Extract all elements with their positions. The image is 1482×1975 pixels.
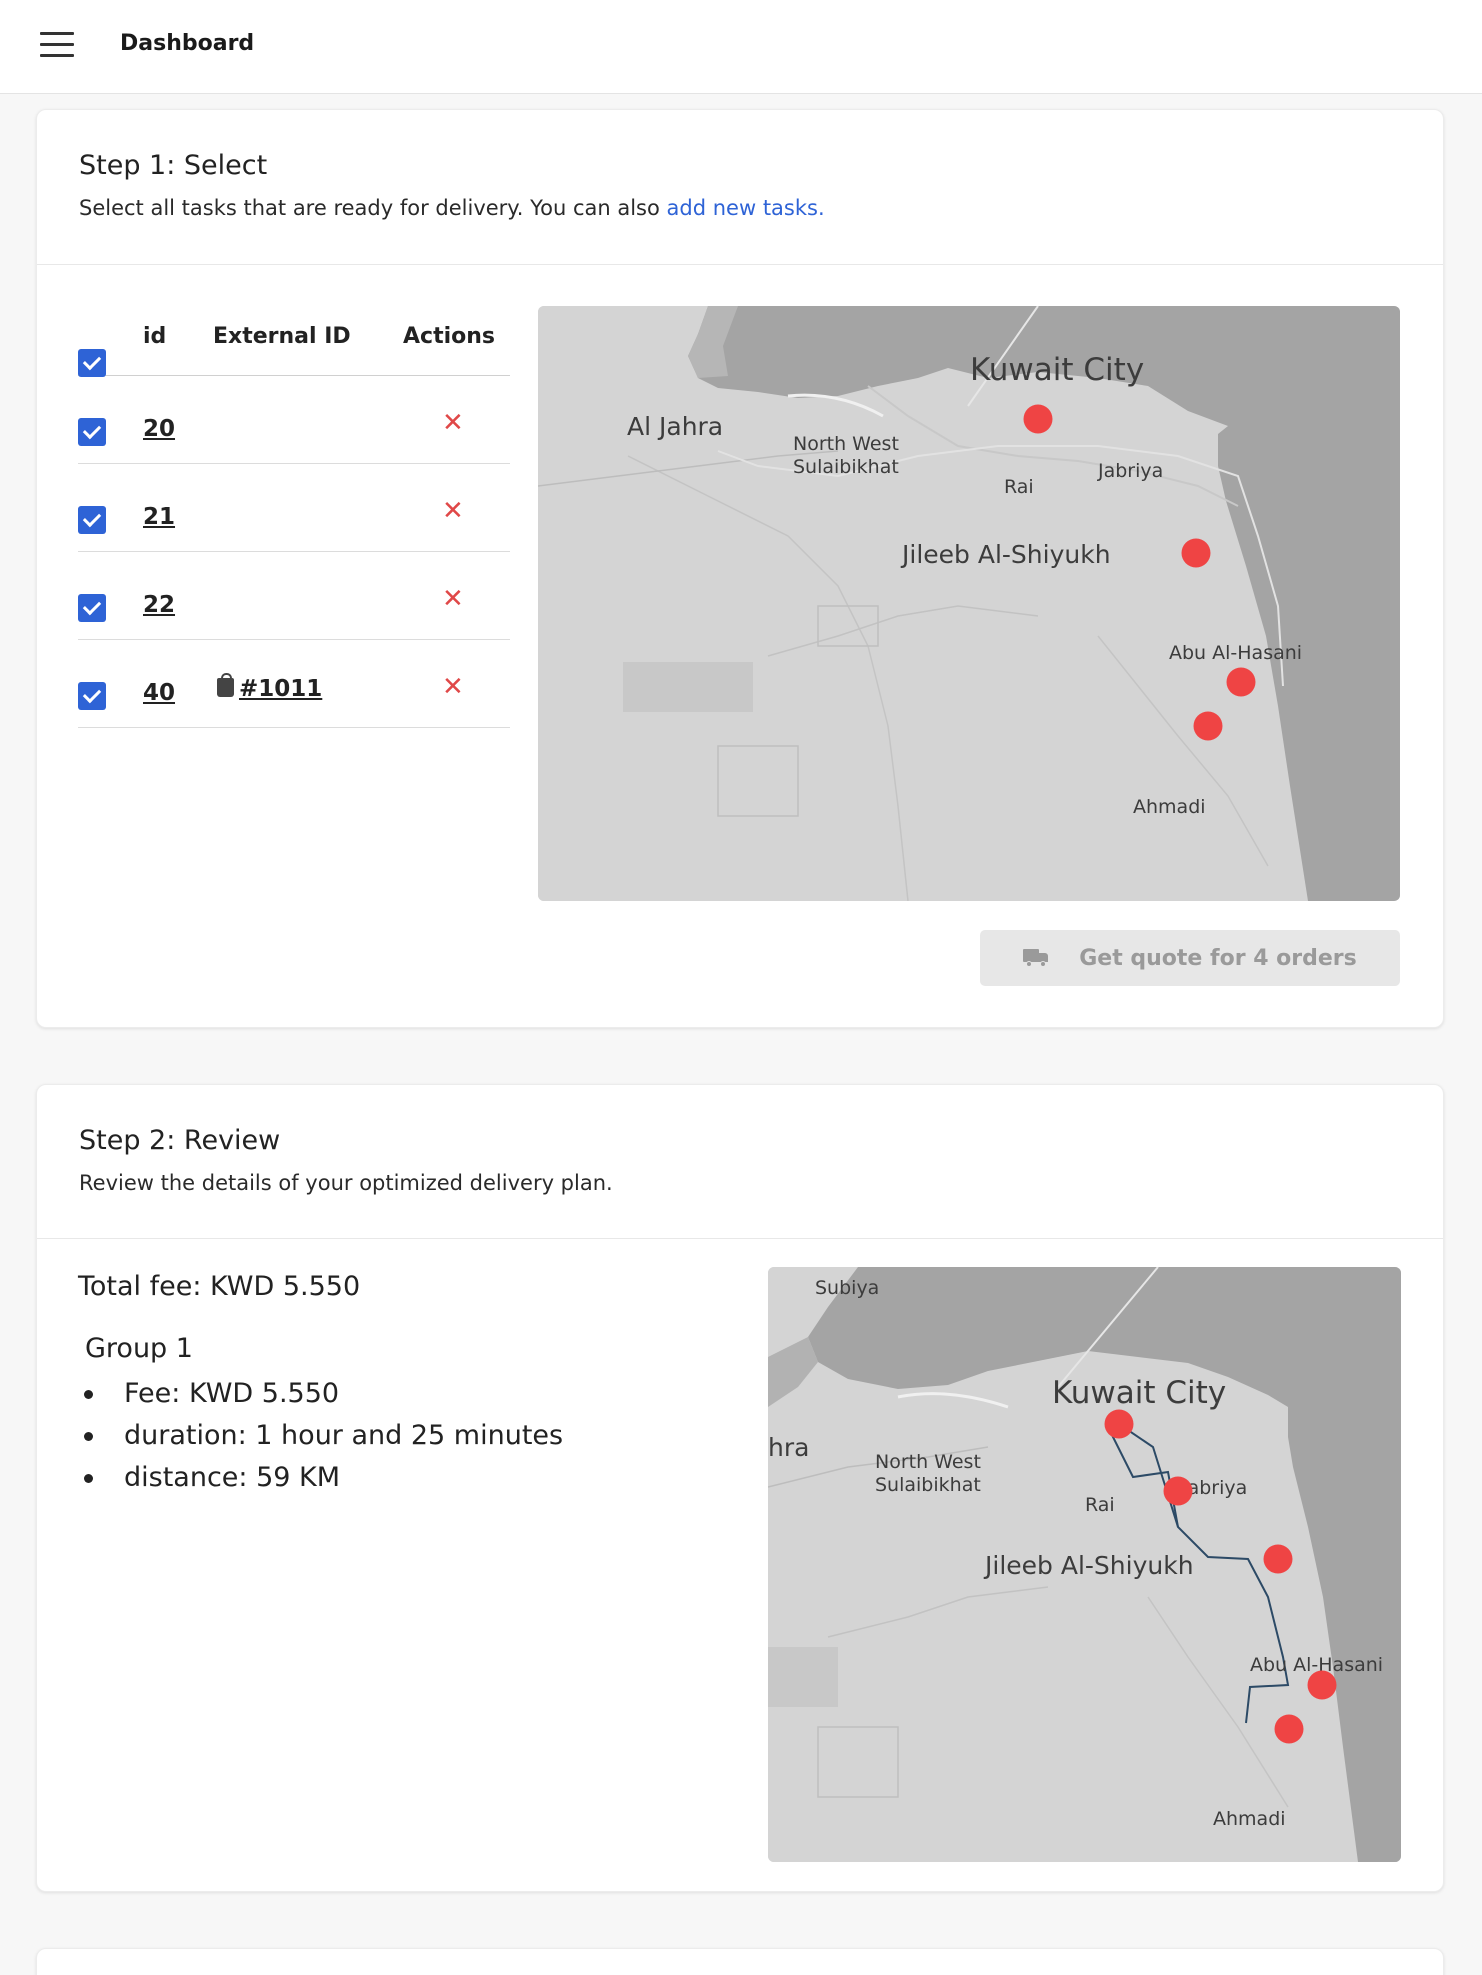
column-header-external-id: External ID: [213, 324, 351, 349]
table-header: id External ID Actions: [78, 307, 510, 377]
row-checkbox[interactable]: [78, 594, 106, 622]
group-distance: distance: 59 KM: [84, 1457, 563, 1499]
map-label-al-jahra: Al Jahra: [627, 412, 724, 441]
table-row: 21 ✕: [78, 464, 510, 552]
map-label-kuwait-city: Kuwait City: [970, 352, 1145, 388]
task-marker[interactable]: [1193, 711, 1223, 741]
page-title: Dashboard: [120, 31, 255, 56]
map-label-north-west: North West: [875, 1451, 981, 1473]
table-row: 22 ✕: [78, 552, 510, 640]
map-label-sulaibikhat: Sulaibikhat: [793, 456, 899, 478]
task-marker[interactable]: [1226, 667, 1256, 697]
task-marker[interactable]: [1181, 538, 1211, 568]
task-id-link[interactable]: 22: [143, 592, 175, 618]
route-map[interactable]: Subiya Kuwait City hra North West Sulaib…: [768, 1267, 1401, 1862]
table-row: 40 #1011 ✕: [78, 640, 510, 728]
map-label-subiya: Subiya: [815, 1277, 880, 1299]
external-id-text: #1011: [239, 676, 323, 702]
step1-subtitle: Select all tasks that are ready for deli…: [79, 196, 825, 220]
map-label-jabriya: Jabriya: [1098, 460, 1164, 482]
group-fee: Fee: KWD 5.550: [84, 1373, 563, 1415]
map-label-rai: Rai: [1004, 476, 1034, 498]
top-bar: Dashboard: [0, 0, 1482, 94]
table-row: 20 ✕: [78, 376, 510, 464]
row-checkbox[interactable]: [78, 418, 106, 446]
route-stop-marker[interactable]: [1274, 1714, 1304, 1744]
map-label-ahmadi: Ahmadi: [1133, 796, 1206, 818]
column-header-actions: Actions: [403, 324, 495, 349]
map-label-sulaibikhat: Sulaibikhat: [875, 1474, 981, 1496]
remove-task-icon[interactable]: ✕: [442, 410, 464, 436]
task-id-link[interactable]: 20: [143, 416, 175, 442]
remove-task-icon[interactable]: ✕: [442, 498, 464, 524]
step2-title: Step 2: Review: [79, 1125, 281, 1156]
step2-subtitle: Review the details of your optimized del…: [79, 1171, 613, 1195]
step1-title: Step 1: Select: [79, 150, 268, 181]
route-stop-marker[interactable]: [1263, 1544, 1293, 1574]
remove-task-icon[interactable]: ✕: [442, 674, 464, 700]
step1-subtitle-text: Select all tasks that are ready for deli…: [79, 196, 667, 220]
map-label-ahmadi: Ahmadi: [1213, 1808, 1286, 1830]
map-label-kuwait-city: Kuwait City: [1052, 1375, 1227, 1411]
tasks-table: id External ID Actions 20 ✕ 21 ✕ 22 ✕ 40…: [78, 307, 510, 728]
task-map[interactable]: Kuwait City Al Jahra North West Sulaibik…: [538, 306, 1400, 901]
group-details-list: Fee: KWD 5.550 duration: 1 hour and 25 m…: [84, 1373, 563, 1499]
column-header-id: id: [143, 324, 167, 349]
row-checkbox[interactable]: [78, 682, 106, 710]
external-id-link[interactable]: #1011: [217, 673, 323, 702]
group-duration: duration: 1 hour and 25 minutes: [84, 1415, 563, 1457]
map-label-abu-al-hasani: Abu Al-Hasani: [1169, 642, 1303, 664]
truck-icon: [1023, 949, 1049, 967]
map-label-north-west: North West: [793, 433, 899, 455]
row-checkbox[interactable]: [78, 506, 106, 534]
shopify-bag-icon: [217, 673, 234, 697]
map-label-jileeb: Jileeb Al-Shiyukh: [902, 540, 1111, 569]
map-label-jileeb: Jileeb Al-Shiyukh: [985, 1551, 1194, 1580]
step3-card: [36, 1948, 1444, 1975]
route-stop-marker[interactable]: [1104, 1409, 1134, 1439]
map-label-al-jahra: hra: [768, 1433, 810, 1462]
menu-icon[interactable]: [40, 32, 74, 60]
get-quote-button[interactable]: Get quote for 4 orders: [980, 930, 1400, 986]
task-id-link[interactable]: 40: [143, 680, 175, 706]
map-background: [538, 306, 1400, 901]
route-stop-marker[interactable]: [1163, 1476, 1193, 1506]
select-all-checkbox[interactable]: [78, 349, 106, 377]
task-marker[interactable]: [1023, 404, 1053, 434]
step1-header: Step 1: Select Select all tasks that are…: [37, 110, 1443, 265]
route-stop-marker[interactable]: [1307, 1670, 1337, 1700]
group-title: Group 1: [85, 1333, 193, 1364]
map-label-rai: Rai: [1085, 1494, 1115, 1516]
total-fee: Total fee: KWD 5.550: [78, 1271, 361, 1302]
get-quote-label: Get quote for 4 orders: [1079, 945, 1357, 971]
add-new-tasks-link[interactable]: add new tasks.: [667, 196, 825, 220]
remove-task-icon[interactable]: ✕: [442, 586, 464, 612]
task-id-link[interactable]: 21: [143, 504, 175, 530]
step2-header: Step 2: Review Review the details of you…: [37, 1085, 1443, 1239]
